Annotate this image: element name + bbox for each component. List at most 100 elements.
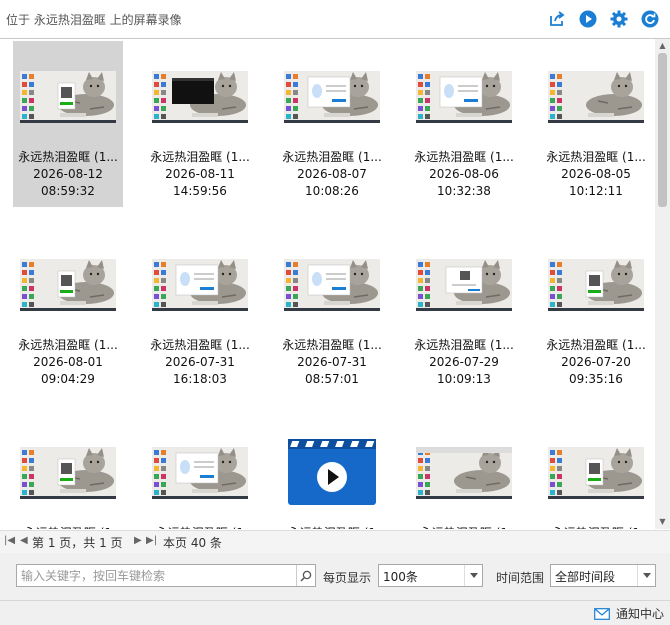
recording-name: 永远热泪盈眶 (1... [150,338,250,352]
status-bar: 通知中心 [0,600,670,625]
recording-thumbnail [548,447,644,499]
next-page-icon[interactable]: ▶ [134,535,142,546]
recording-date: 2026-08-05 [561,167,631,181]
filter-bar: 每页显示 100条 时间范围 全部时间段 [0,553,670,600]
scrollbar-thumb[interactable] [658,53,667,207]
recording-name: 永远热泪盈眶 (1... [414,338,514,352]
recording-thumbnail [416,447,512,499]
recording-thumbnail [284,71,380,123]
recording-thumbnail [284,259,380,311]
window-title: 位于 永远热泪盈眶 上的屏幕录像 [6,13,182,27]
vertical-scrollbar[interactable]: ▲ ▼ [655,39,670,529]
search-input[interactable] [17,565,297,586]
prev-page-icon[interactable]: ◀ [20,535,28,546]
scroll-down-icon[interactable]: ▼ [658,518,667,526]
search-box [16,564,316,587]
search-button[interactable] [296,565,315,586]
notification-center-button[interactable]: 通知中心 [594,605,664,622]
recording-thumbnail [548,71,644,123]
recording-time: 10:08:26 [305,184,359,198]
recording-item[interactable]: 永远热泪盈眶 (1... 2026-07-31 16:18:03 [145,229,255,395]
recording-date: 2026-07-20 [561,355,631,369]
recording-thumbnail [416,259,512,311]
recording-item[interactable]: 永远热泪盈眶 (1 [145,417,255,529]
last-page-icon[interactable]: ▶| [146,535,157,546]
recording-thumbnail [416,71,512,123]
recording-thumbnail [548,259,644,311]
recording-name: 永远热泪盈眶 (1... [18,338,118,352]
recording-thumbnail [152,71,248,123]
total-info: 本页 40 条 [163,536,222,550]
recording-time: 16:18:03 [173,372,227,386]
scroll-up-icon[interactable]: ▲ [658,42,667,50]
recording-item[interactable]: 永远热泪盈眶 (1... 2026-08-12 08:59:32 [13,41,123,207]
time-range-value: 全部时间段 [555,570,616,584]
first-page-icon[interactable]: |◀ [4,535,15,546]
recording-time: 09:04:29 [41,372,95,386]
recording-name: 永远热泪盈眶 (1 [541,525,651,529]
recording-date: 2026-08-07 [297,167,367,181]
recording-time: 10:12:11 [569,184,623,198]
recording-time: 08:59:32 [41,184,95,198]
search-icon [300,570,312,582]
share-icon [550,11,565,26]
recording-date: 2026-08-12 [33,167,103,181]
recording-date: 2026-08-01 [33,355,103,369]
recording-name: 永远热泪盈眶 (1... [546,150,646,164]
recording-name: 永远热泪盈眶 (1... [282,338,382,352]
time-range-label: 时间范围 [496,571,545,585]
recording-thumbnail [20,259,116,311]
recording-name: 永远热泪盈眶 (1 [145,525,255,529]
per-page-select[interactable]: 100条 [378,564,483,587]
recording-name: 永远热泪盈眶 (1... [414,150,514,164]
refresh-button[interactable] [640,9,660,29]
recordings-grid: 永远热泪盈眶 (1... 2026-08-12 08:59:32 永远热泪盈眶 (1.… [0,39,655,529]
recording-name: 永远热泪盈眶 (1 [409,525,519,529]
recording-item[interactable]: 永远热泪盈眶 (1... 2026-08-05 10:12:11 [541,41,651,207]
recording-thumbnail [20,447,116,499]
chevron-down-icon [637,565,655,586]
recording-name: 永远热泪盈眶 (1 [13,525,123,529]
recording-item[interactable]: 永远热泪盈眶 (1... 2026-08-06 10:32:38 [409,41,519,207]
recording-name: 永远热泪盈眶 (1... [150,150,250,164]
recording-item[interactable]: 永远热泪盈眶 (1 [13,417,123,529]
play-button[interactable] [578,9,598,29]
recording-date: 2026-08-06 [429,167,499,181]
refresh-icon [641,10,659,28]
recording-time: 10:32:38 [437,184,491,198]
share-button[interactable] [547,9,567,29]
recording-item[interactable]: 永远热泪盈眶 (1 [277,417,387,529]
gear-icon [610,10,628,28]
settings-button[interactable] [609,9,629,29]
recording-name: 永远热泪盈眶 (1 [277,525,387,529]
recording-time: 14:59:56 [173,184,227,198]
pager-bar: |◀ ◀ 第 1 页，共 1 页 ▶ ▶| 本页 40 条 [0,530,670,553]
recording-time: 10:09:13 [437,372,491,386]
recording-item[interactable]: 永远热泪盈眶 (1 [409,417,519,529]
recording-item[interactable]: 永远热泪盈眶 (1... 2026-08-11 14:59:56 [145,41,255,207]
recording-item[interactable]: 永远热泪盈眶 (1 [541,417,651,529]
recording-date: 2026-07-29 [429,355,499,369]
recording-item[interactable]: 永远热泪盈眶 (1... 2026-08-07 10:08:26 [277,41,387,207]
recording-item[interactable]: 永远热泪盈眶 (1... 2026-07-31 08:57:01 [277,229,387,395]
page-info: 第 1 页，共 1 页 [32,536,123,550]
per-page-label: 每页显示 [323,571,372,585]
recording-thumbnail [20,71,116,123]
recording-thumbnail [152,447,248,499]
per-page-value: 100条 [383,570,418,584]
time-range-select[interactable]: 全部时间段 [550,564,656,587]
recording-item[interactable]: 永远热泪盈眶 (1... 2026-07-20 09:35:16 [541,229,651,395]
recording-date: 2026-08-11 [165,167,235,181]
title-bar: 位于 永远热泪盈眶 上的屏幕录像 [0,0,670,38]
chevron-down-icon [464,565,482,586]
recording-time: 09:35:16 [569,372,623,386]
recording-name: 永远热泪盈眶 (1... [282,150,382,164]
recording-item[interactable]: 永远热泪盈眶 (1... 2026-08-01 09:04:29 [13,229,123,395]
recording-name: 永远热泪盈眶 (1... [546,338,646,352]
play-icon [579,10,597,28]
notification-center-label: 通知中心 [615,607,664,621]
recording-item[interactable]: 永远热泪盈眶 (1... 2026-07-29 10:09:13 [409,229,519,395]
recording-date: 2026-07-31 [165,355,235,369]
recording-date: 2026-07-31 [297,355,367,369]
recording-time: 08:57:01 [305,372,359,386]
